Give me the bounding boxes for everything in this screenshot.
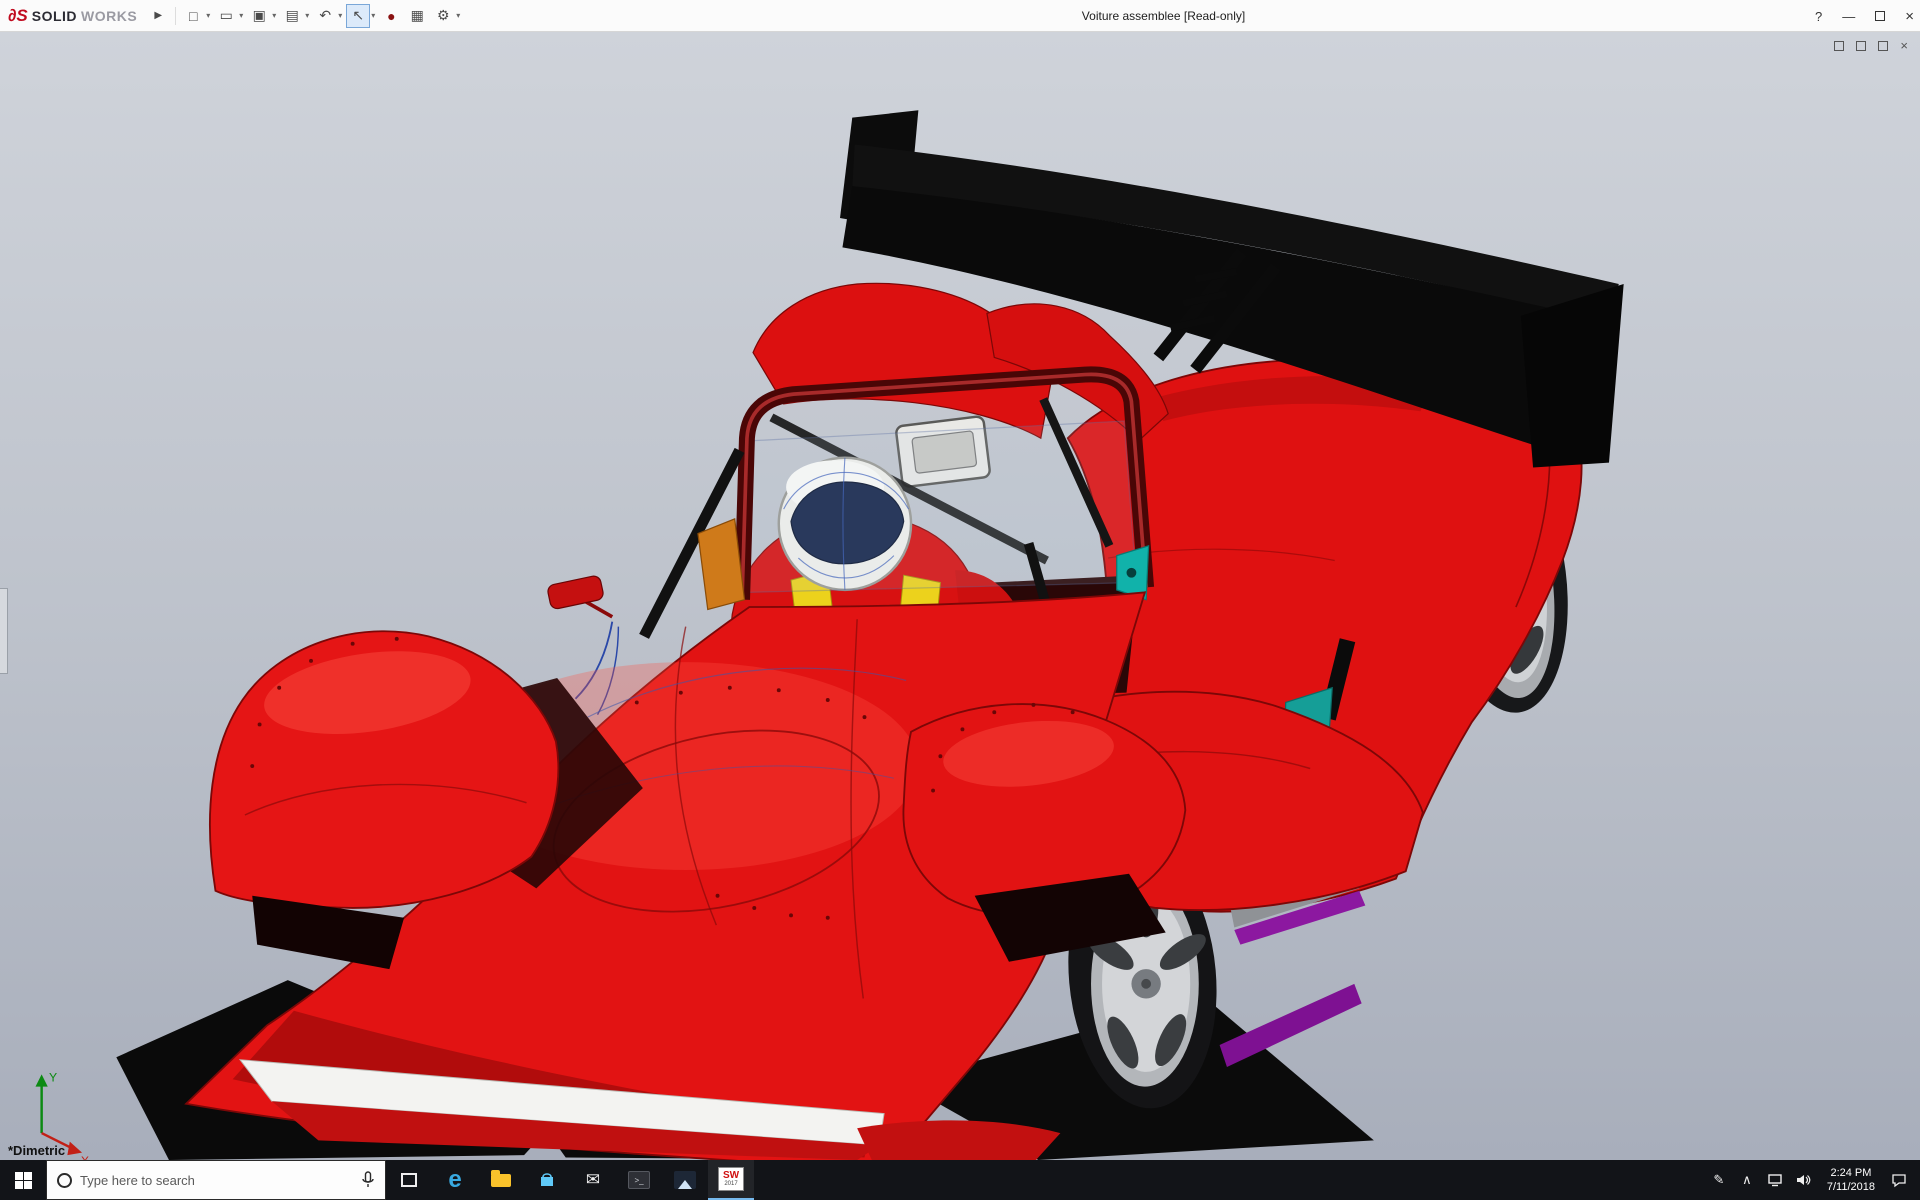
cortana-icon [57,1173,72,1188]
speaker-icon [1795,1173,1811,1187]
pen-tray-button[interactable]: ✎ [1705,1172,1733,1188]
window-title: Voiture assemblee [Read-only] [1082,9,1245,23]
photos-app-icon [674,1171,696,1189]
new-document-icon[interactable]: □ [181,4,205,28]
microphone-icon[interactable] [361,1171,375,1189]
new-document-caret-icon[interactable]: ▾ [206,11,210,20]
appearances-sphere-icon[interactable]: ● [379,4,403,28]
file-explorer-button[interactable] [478,1160,524,1200]
doc-restore-right-icon[interactable] [1856,41,1866,51]
search-input[interactable] [80,1173,353,1188]
chevron-up-icon: ∧ [1742,1172,1752,1188]
action-center-icon [1891,1173,1907,1188]
command-prompt-icon: >_ [628,1171,650,1189]
taskbar-clock[interactable]: 2:24 PM 7/11/2018 [1817,1166,1885,1194]
save-caret-icon[interactable]: ▾ [272,11,276,20]
window-controls: ? — × [1815,0,1914,32]
clock-date: 7/11/2018 [1827,1180,1875,1194]
mail-envelope-icon: ✉ [586,1170,600,1190]
open-document-caret-icon[interactable]: ▾ [239,11,243,20]
windows-logo-icon [15,1172,32,1189]
minimize-button[interactable]: — [1842,9,1855,24]
undo-icon[interactable]: ↶ [313,4,337,28]
solidworks-app-icon: SW 2017 [718,1167,744,1191]
folder-icon [491,1174,511,1187]
ds-logo-icon: ∂S [8,6,28,26]
pen-icon: ✎ [1713,1172,1724,1188]
graphics-area[interactable]: × [0,32,1920,1160]
windows-taskbar: e ✉ >_ SW 2017 ✎ ∧ [0,1160,1920,1200]
taskbar-spacer [754,1160,1705,1200]
command-prompt-button[interactable]: >_ [616,1160,662,1200]
undo-caret-icon[interactable]: ▾ [338,11,342,20]
system-tray: ✎ ∧ 2:24 PM 7/11/2018 [1705,1160,1920,1200]
select-cursor-icon[interactable]: ↖ [346,4,370,28]
brand-works: WORKS [81,8,137,24]
evaluate-sheet-icon[interactable]: ▦ [405,4,429,28]
open-document-icon[interactable]: ▭ [214,4,238,28]
photos-app-button[interactable] [662,1160,708,1200]
doc-close-icon[interactable]: × [1900,38,1908,53]
save-icon[interactable]: ▣ [247,4,271,28]
triad-y-label: Y [49,1071,57,1085]
print-icon[interactable]: ▤ [280,4,304,28]
document-window-controls: × [1834,38,1908,53]
task-view-button[interactable] [386,1160,432,1200]
start-button[interactable] [0,1160,46,1200]
select-caret-icon[interactable]: ▾ [371,11,375,20]
volume-tray-button[interactable] [1789,1173,1817,1187]
featuremanager-flyout-handle[interactable] [0,588,8,674]
options-caret-icon[interactable]: ▾ [456,11,460,20]
hidden-icons-button[interactable]: ∧ [1733,1172,1761,1188]
task-view-icon [401,1173,417,1187]
solidworks-app-button[interactable]: SW 2017 [708,1160,754,1200]
brand-solid: SOLID [32,8,77,24]
clock-time: 2:24 PM [1830,1166,1871,1180]
print-caret-icon[interactable]: ▾ [305,11,309,20]
help-button[interactable]: ? [1815,9,1822,24]
view-orientation-label: *Dimetric [8,1143,65,1158]
doc-restore-left-icon[interactable] [1834,41,1844,51]
close-button[interactable]: × [1905,8,1914,25]
maximize-button[interactable] [1875,11,1885,21]
titlebar: ∂S SOLIDWORKS ▶ □▾ ▭▾ ▣▾ ▤▾ ↶▾ ↖▾ ● ▦ ⚙▾… [0,0,1920,32]
mail-button[interactable]: ✉ [570,1160,616,1200]
taskbar-search[interactable] [46,1160,386,1200]
3d-viewport-canvas[interactable]: Y X [0,32,1920,1160]
triad-x-label: X [81,1154,89,1160]
edge-browser-button[interactable]: e [432,1160,478,1200]
menu-flyout-arrow-icon[interactable]: ▶ [146,4,170,28]
edge-icon: e [448,1168,461,1192]
network-tray-button[interactable] [1761,1173,1789,1187]
store-bag-icon [538,1171,556,1189]
toolbar-separator [175,7,176,25]
network-icon [1767,1173,1783,1187]
store-button[interactable] [524,1160,570,1200]
action-center-button[interactable] [1885,1173,1913,1188]
solidworks-logo: ∂S SOLIDWORKS [0,6,145,26]
options-gear-icon[interactable]: ⚙ [431,4,455,28]
doc-maximize-icon[interactable] [1878,41,1888,51]
